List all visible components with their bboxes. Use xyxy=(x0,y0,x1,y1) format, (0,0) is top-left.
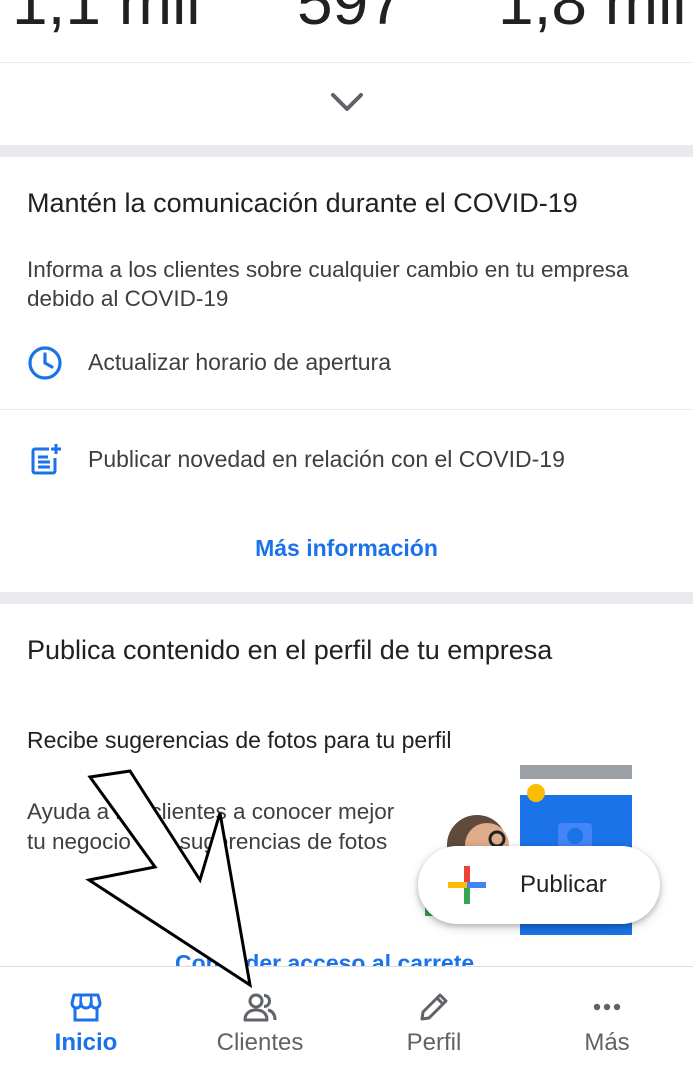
stat-value-3: 1,8 mil xyxy=(498,0,687,38)
stat-value-2: 597 xyxy=(297,0,404,38)
storefront-icon xyxy=(70,993,102,1022)
clock-icon xyxy=(28,346,62,380)
pencil-icon xyxy=(420,993,448,1021)
google-plus-icon xyxy=(448,866,486,904)
covid-card-description: Informa a los clientes sobre cualquier c… xyxy=(27,257,629,311)
bottom-navigation: Inicio Clientes Perfil Más xyxy=(0,966,693,1079)
post-covid-update-action[interactable]: Publicar novedad en relación con el COVI… xyxy=(0,425,693,491)
nav-item-mas[interactable]: Más xyxy=(532,967,682,1079)
photo-suggestions-title: Recibe sugerencias de fotos para tu perf… xyxy=(27,727,452,753)
people-icon xyxy=(243,993,277,1022)
publish-fab-label: Publicar xyxy=(520,871,607,898)
post-covid-update-label: Publicar novedad en relación con el COVI… xyxy=(88,446,565,472)
expand-stats-button[interactable] xyxy=(326,86,368,120)
divider xyxy=(0,62,693,63)
nav-item-perfil[interactable]: Perfil xyxy=(359,967,509,1079)
update-hours-action[interactable]: Actualizar horario de apertura xyxy=(0,328,693,394)
section-separator xyxy=(0,145,693,157)
nav-label-perfil: Perfil xyxy=(406,1029,462,1056)
stats-strip: 1,1 mil 597 1,8 mil xyxy=(0,0,693,62)
publish-card-title: Publica contenido en el perfil de tu emp… xyxy=(27,635,553,665)
publish-fab[interactable]: Publicar xyxy=(418,846,660,924)
nav-label-inicio: Inicio xyxy=(54,1029,118,1056)
nav-label-mas: Más xyxy=(584,1029,630,1056)
section-separator xyxy=(0,592,693,604)
covid-card-title: Mantén la comunicación durante el COVID-… xyxy=(27,188,578,218)
more-info-link[interactable]: Más información xyxy=(0,535,693,562)
photo-suggestions-description: Ayuda a los clientes a conocer mejor tu … xyxy=(27,799,395,854)
nav-item-inicio[interactable]: Inicio xyxy=(11,967,161,1079)
nav-item-clientes[interactable]: Clientes xyxy=(185,967,335,1079)
post-add-icon xyxy=(31,444,61,475)
more-horiz-icon xyxy=(593,1003,621,1011)
divider xyxy=(0,409,693,410)
nav-label-clientes: Clientes xyxy=(216,1029,304,1056)
chevron-down-icon xyxy=(331,93,363,111)
stat-value-1: 1,1 mil xyxy=(12,0,201,38)
update-hours-label: Actualizar horario de apertura xyxy=(88,349,391,375)
